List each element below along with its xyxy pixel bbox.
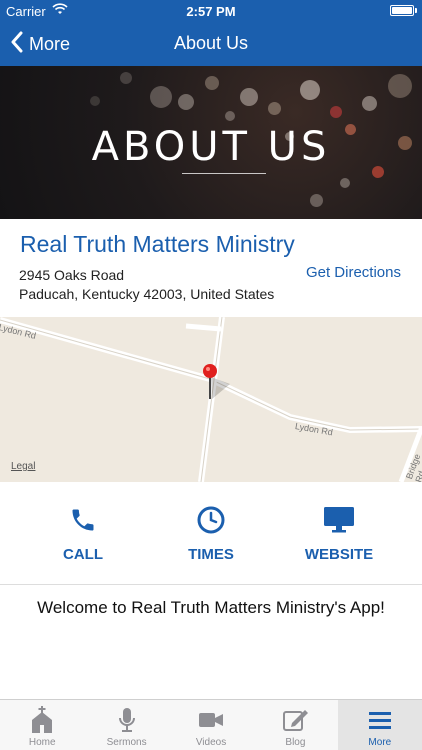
website-button[interactable]: WEBSITE <box>269 482 409 585</box>
pencil-square-icon <box>281 706 309 739</box>
action-bar: CALL TIMES WEBSITE <box>0 482 422 585</box>
get-directions-link[interactable]: Get Directions <box>306 264 401 281</box>
bokeh-light <box>225 111 235 121</box>
bokeh-light <box>388 74 412 98</box>
clock-icon <box>197 506 225 539</box>
monitor-icon <box>323 506 355 539</box>
website-label: WEBSITE <box>304 546 374 563</box>
bokeh-light <box>205 76 219 90</box>
status-bar: Carrier 2:57 PM <box>0 0 422 22</box>
video-camera-icon <box>197 706 225 739</box>
microphone-icon <box>117 706 137 739</box>
call-label: CALL <box>63 546 103 563</box>
address-line-2: Paducah, Kentucky 42003, United States <box>19 286 275 302</box>
tab-blog[interactable]: Blog <box>253 700 337 750</box>
tab-label: Blog <box>285 737 306 748</box>
tab-sermons[interactable]: Sermons <box>84 700 168 750</box>
ministry-name: Real Truth Matters Ministry <box>20 231 295 257</box>
map-pin-icon[interactable] <box>202 363 232 408</box>
tab-label: More <box>368 737 392 748</box>
hero-banner: ABOUT US <box>0 66 422 219</box>
bokeh-light <box>362 96 377 111</box>
hero-headline: ABOUT US <box>91 124 331 170</box>
menu-icon <box>367 706 393 739</box>
tab-label: Videos <box>195 737 227 748</box>
battery-tip <box>415 8 417 13</box>
bokeh-light <box>340 178 350 188</box>
bokeh-light <box>310 194 323 207</box>
times-button[interactable]: TIMES <box>141 482 281 585</box>
tab-more[interactable]: More <box>337 700 422 750</box>
tab-home[interactable]: Home <box>0 700 84 750</box>
bokeh-light <box>150 86 172 108</box>
bokeh-light <box>90 96 100 106</box>
bokeh-light <box>268 102 281 115</box>
tab-videos[interactable]: Videos <box>169 700 253 750</box>
welcome-message: Welcome to Real Truth Matters Ministry's… <box>37 598 385 617</box>
status-time: 2:57 PM <box>186 4 236 19</box>
times-label: TIMES <box>188 546 234 563</box>
tab-label: Sermons <box>106 737 147 748</box>
phone-icon <box>69 506 97 539</box>
battery-icon <box>390 5 414 16</box>
church-icon <box>29 706 55 739</box>
navigation-bar: More About Us <box>0 22 422 66</box>
tab-bar: Home Sermons Videos Blog More <box>0 699 422 750</box>
location-map[interactable]: Lydon Rd Lydon Rd Bridge Rd Legal <box>0 317 422 482</box>
address-line-1: 2945 Oaks Road <box>19 267 125 283</box>
map-legal-link[interactable]: Legal <box>11 461 35 472</box>
bokeh-light <box>120 72 132 84</box>
call-button[interactable]: CALL <box>13 482 153 585</box>
hero-divider <box>182 173 266 174</box>
bokeh-light <box>300 80 320 100</box>
top-bar: Carrier 2:57 PM More About Us <box>0 0 422 66</box>
bokeh-light <box>330 106 342 118</box>
tab-label: Home <box>28 737 56 748</box>
bokeh-light <box>178 94 194 110</box>
ministry-info: Real Truth Matters Ministry 2945 Oaks Ro… <box>0 219 422 317</box>
page-title: About Us <box>173 33 249 53</box>
bokeh-light <box>240 88 258 106</box>
